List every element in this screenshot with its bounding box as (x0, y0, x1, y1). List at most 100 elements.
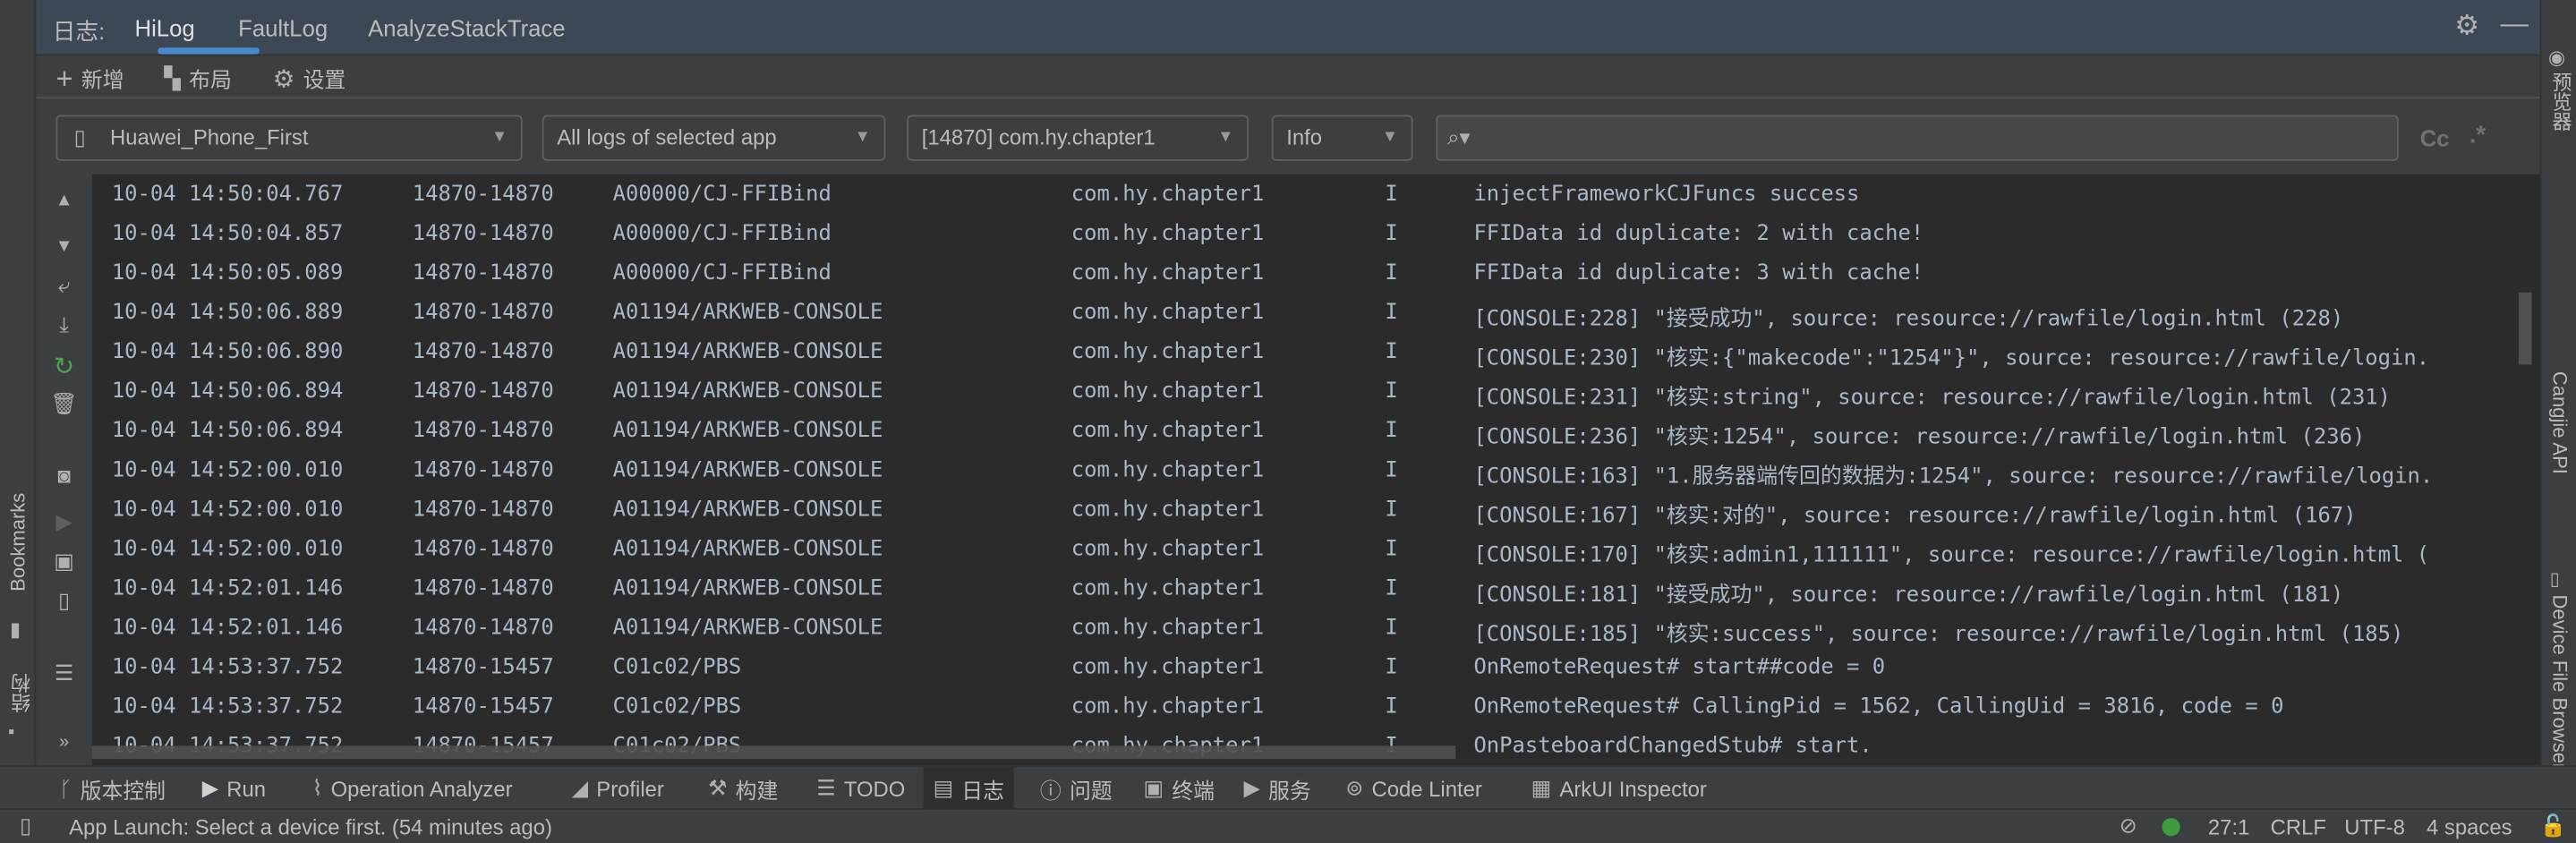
trash-icon[interactable]: 🗑 (36, 391, 91, 417)
regex-toggle[interactable]: .* (2469, 122, 2486, 149)
process-select[interactable]: [14870] com.hy.chapter1 ▼ (907, 115, 1249, 161)
line-ending[interactable]: CRLF (2271, 814, 2326, 839)
log-row[interactable]: 10-04 14:50:06.894 14870-14870 A01194/ARKW… (92, 413, 2540, 452)
log-row[interactable]: 10-04 14:50:05.089 14870-14870 A00000/CJ-F… (92, 255, 2540, 294)
log-row[interactable]: 10-04 14:53:37.752 14870-15457 C01c02/PBS c… (92, 649, 2540, 688)
log-list[interactable]: 10-04 14:50:04.767 14870-14870 A00000/CJ-F… (91, 174, 2540, 766)
log-row[interactable]: 10-04 14:53:37.752 14870-15457 C01c02/PBS c… (92, 688, 2540, 728)
indent[interactable]: 4 spaces (2427, 814, 2512, 839)
scroll-down-icon[interactable]: ▼ (36, 236, 91, 256)
log-level: I (1385, 498, 1398, 523)
phone-icon[interactable]: ▯ (36, 588, 91, 614)
log-row[interactable]: 10-04 14:52:00.010 14870-14870 A01194/ARKW… (92, 531, 2540, 570)
structure-tab[interactable]: 结构 (6, 674, 34, 713)
log-tag: A00000/CJ-FFIBind (612, 260, 832, 286)
log-row[interactable]: 10-04 14:52:00.010 14870-14870 A01194/ARKW… (92, 452, 2540, 491)
tool-window-profiler[interactable]: ◢ Profiler (562, 767, 674, 810)
settings-button[interactable]: ⚙ 设置 (273, 63, 346, 94)
log-row[interactable]: 10-04 14:50:04.857 14870-14870 A00000/CJ-F… (92, 215, 2540, 254)
log-time: 10-04 14:50:05.089 (111, 260, 344, 286)
minimize-icon[interactable]: — (2501, 8, 2529, 41)
log-level: I (1385, 260, 1398, 286)
inspector-icon: ▦ (1531, 775, 1552, 800)
cursor-position[interactable]: 27:1 (2208, 814, 2249, 839)
log-row[interactable]: 10-04 14:50:06.890 14870-14870 A01194/ARKW… (92, 334, 2540, 373)
match-case-toggle[interactable]: Cc (2420, 124, 2450, 150)
tool-window-版本控制[interactable]: ᚴ 版本控制 (49, 767, 175, 810)
tool-window-todo[interactable]: ☰ TODO (806, 767, 915, 810)
layout-button[interactable]: ▚ 布局 (165, 63, 232, 94)
tool-window-日志[interactable]: ▤ 日志 (923, 767, 1015, 810)
tool-window-run[interactable]: ▶ Run (192, 767, 276, 810)
scroll-up-icon[interactable]: ▲ (36, 191, 91, 210)
log-row[interactable]: 10-04 14:50:04.767 14870-14870 A00000/CJ-F… (92, 175, 2540, 215)
tab-hilog[interactable]: HiLog (135, 15, 195, 41)
log-pid: 14870-14870 (412, 576, 554, 601)
log-pid: 14870-14870 (412, 379, 554, 404)
log-actions-column: ▲ ▼ ⤶ ⤓ ↻ 🗑 ◙ ▶ ▣ ▯ ☰ » (36, 174, 92, 766)
log-row[interactable]: 10-04 14:50:06.894 14870-14870 A01194/ARKW… (92, 373, 2540, 413)
log-package: com.hy.chapter1 (1070, 221, 1265, 247)
filter-settings-icon[interactable]: ☰ (36, 660, 91, 686)
log-row[interactable]: 10-04 14:52:00.010 14870-14870 A01194/ARKW… (92, 491, 2540, 531)
vertical-scrollbar[interactable] (2518, 292, 2532, 365)
log-pid: 14870-14870 (412, 339, 554, 365)
left-tool-strip: Bookmarks ▮ 结构 ▪ (0, 0, 37, 766)
scroll-to-end-icon[interactable]: ⤓ (36, 312, 91, 338)
lock-icon[interactable]: 🔓 (2540, 813, 2567, 839)
chart-icon: ⌇ (311, 775, 323, 800)
log-package: com.hy.chapter1 (1070, 379, 1265, 404)
log-row[interactable]: 10-04 14:52:01.146 14870-14870 A01194/ARKW… (92, 570, 2540, 609)
tool-window-终端[interactable]: ▣ 终端 (1133, 767, 1224, 810)
log-search-input[interactable]: ⌕▾ (1436, 115, 2399, 161)
status-message[interactable]: App Launch: Select a device first. (54 m… (69, 814, 552, 839)
log-pid: 14870-15457 (412, 655, 554, 680)
log-scope-select[interactable]: All logs of selected app ▼ (542, 115, 886, 161)
camera-icon[interactable]: ◙ (36, 464, 91, 489)
hammer-icon: ⚒ (708, 775, 728, 800)
encoding[interactable]: UTF-8 (2344, 814, 2405, 839)
restart-icon[interactable]: ↻ (36, 352, 91, 381)
bookmarks-tab[interactable]: Bookmarks (6, 493, 30, 592)
add-label: 新增 (81, 67, 124, 92)
tool-window-arkui-inspector[interactable]: ▦ ArkUI Inspector (1522, 767, 1717, 810)
log-time: 10-04 14:50:06.894 (111, 379, 344, 404)
tool-window-code-linter[interactable]: ⊚ Code Linter (1335, 767, 1492, 810)
gear-icon[interactable]: ⚙ (2454, 10, 2479, 43)
save-icon[interactable]: ▣ (36, 549, 91, 575)
log-row[interactable]: 10-04 14:50:06.889 14870-14870 A01194/ARKW… (92, 294, 2540, 334)
tool-window-问题[interactable]: ⓘ 问题 (1030, 767, 1122, 810)
log-package: com.hy.chapter1 (1070, 419, 1265, 444)
hilog-tool-window: Bookmarks ▮ 结构 ▪ ◉ 预览器 Cangjie API ▯ Dev… (0, 0, 2576, 843)
video-icon[interactable]: ▶ (36, 509, 91, 535)
cangjie-api-tab[interactable]: Cangjie API (2548, 371, 2572, 474)
log-pid: 14870-14870 (412, 221, 554, 247)
log-level: I (1385, 300, 1398, 326)
tab-faultlog[interactable]: FaultLog (238, 15, 328, 41)
process-value: [14870] com.hy.chapter1 (921, 124, 1156, 150)
log-message: [CONSOLE:236] "核实:1254", source: resourc… (1473, 425, 2366, 450)
tool-window-label: 终端 (1172, 778, 1215, 803)
log-package: com.hy.chapter1 (1070, 260, 1265, 286)
log-level-select[interactable]: Info ▼ (1271, 115, 1413, 161)
log-toolbar: + 新增 ▚ 布局 ⚙ 设置 (36, 55, 2540, 99)
scope-value: All logs of selected app (557, 124, 777, 150)
tool-window-服务[interactable]: ▶ 服务 (1233, 767, 1320, 810)
log-message: [CONSOLE:167] "核实:对的", source: resource:… (1473, 504, 2357, 530)
tool-window-operation-analyzer[interactable]: ⌇ Operation Analyzer (303, 767, 523, 810)
horizontal-scrollbar[interactable] (91, 745, 1456, 760)
device-select[interactable]: ▯ Huawei_Phone_First ▼ (55, 115, 523, 161)
log-level: I (1385, 221, 1398, 247)
tool-window-构建[interactable]: ⚒ 构建 (698, 767, 788, 810)
more-icon[interactable]: » (36, 733, 91, 753)
add-button[interactable]: + 新增 (55, 63, 124, 94)
tab-analyzestacktrace[interactable]: AnalyzeStackTrace (368, 15, 565, 41)
device-file-browser-tab[interactable]: Device File Browser (2548, 594, 2572, 770)
previewer-tab[interactable]: 预览器 (2548, 72, 2576, 132)
log-message: FFIData id duplicate: 3 with cache! (1473, 260, 1924, 286)
soft-wrap-icon[interactable]: ⤶ (36, 273, 91, 299)
log-row[interactable]: 10-04 14:52:01.146 14870-14870 A01194/ARKW… (92, 609, 2540, 649)
log-tag: C01c02/PBS (612, 694, 742, 720)
tool-window-label: Profiler (596, 776, 664, 801)
log-level: I (1385, 616, 1398, 641)
